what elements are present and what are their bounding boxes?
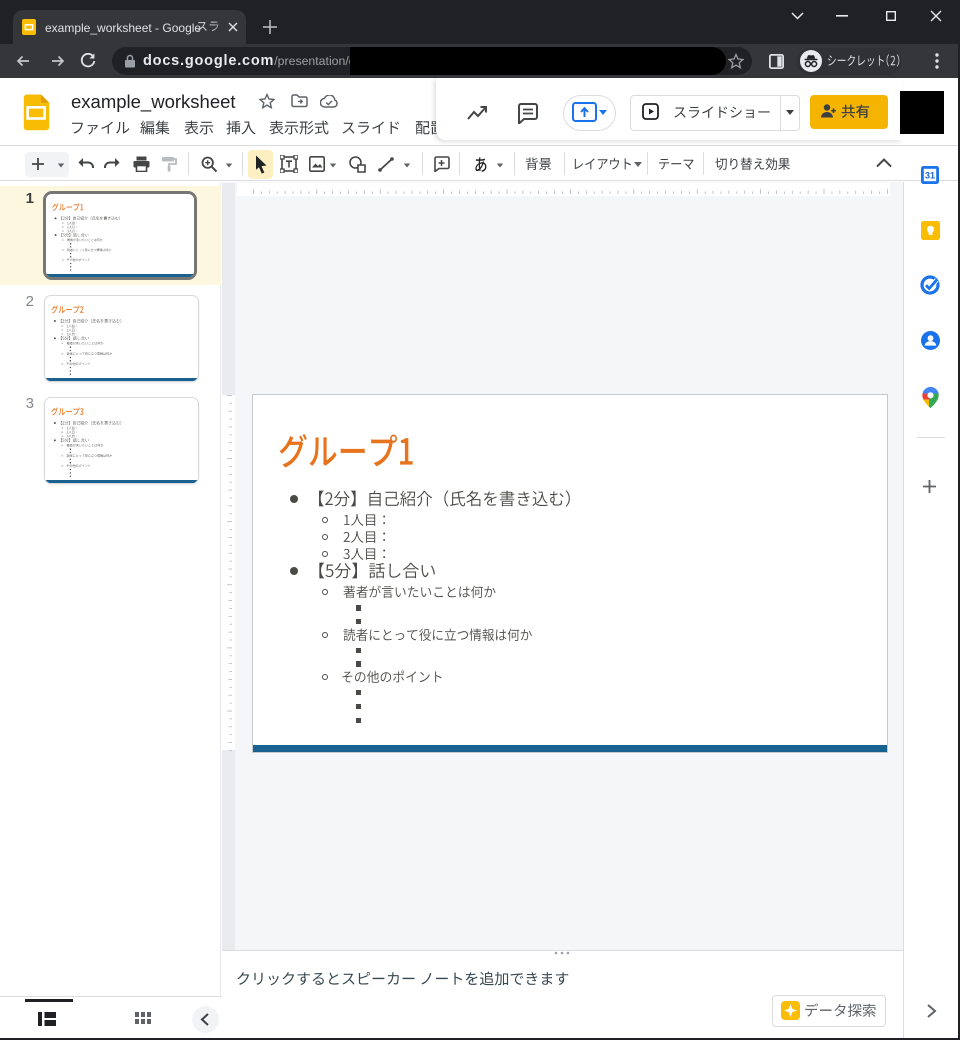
svg-text:31: 31 — [925, 171, 935, 181]
